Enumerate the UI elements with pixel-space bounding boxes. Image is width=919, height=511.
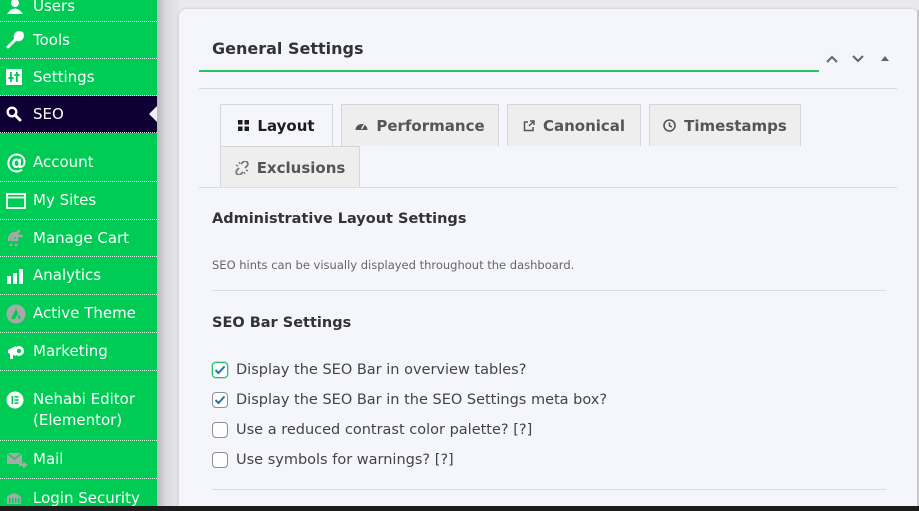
sidebar-item-label: Tools	[33, 30, 70, 49]
sidebar-item-label: Account	[33, 152, 94, 171]
sidebar-item-label: Mail	[33, 450, 64, 468]
option-reduced-contrast[interactable]: Use a reduced contrast color palette? [?…	[212, 422, 532, 438]
option-label: Use a reduced contrast color palette? [?…	[236, 422, 533, 438]
title-underline	[199, 70, 819, 72]
tab-performance[interactable]: Performance	[341, 104, 499, 146]
mail-icon	[0, 451, 33, 469]
elementor-icon	[0, 389, 33, 409]
move-down-button[interactable]	[851, 49, 865, 68]
sidebar-item-marketing[interactable]: Marketing	[0, 333, 157, 371]
sidebar-item-label: Nehabi Editor	[33, 390, 135, 408]
cartflows-icon	[0, 229, 33, 247]
megaphone-icon	[0, 343, 33, 361]
login-security-icon	[0, 491, 33, 505]
sidebar-item-mail[interactable]: Mail	[0, 441, 157, 479]
checkbox[interactable]	[212, 392, 228, 408]
chevron-up-icon	[826, 55, 838, 63]
sidebar-item-seo[interactable]: SEO	[0, 96, 157, 133]
tab-exclusions[interactable]: Exclusions	[220, 146, 360, 188]
header-divider	[199, 88, 897, 89]
tab-label: Performance	[376, 116, 485, 135]
toggle-panel-button[interactable]	[880, 49, 890, 68]
sidebar-item-label: My Sites	[33, 191, 97, 209]
sidebar-item-my-sites[interactable]: My Sites	[0, 182, 157, 220]
move-up-button[interactable]	[825, 49, 839, 68]
sidebar-item-label: Active Theme	[33, 304, 136, 322]
option-label: Display the SEO Bar in the SEO Settings …	[236, 392, 608, 408]
checkbox[interactable]	[212, 362, 228, 378]
grid-icon	[238, 120, 250, 131]
at-sign-icon: @	[6, 150, 27, 174]
checkbox[interactable]	[212, 452, 228, 468]
sidebar-item-label: Users	[33, 0, 76, 15]
sidebar-item-login-security[interactable]: Login Security	[0, 479, 157, 506]
sidebar-item-active-theme[interactable]: Active Theme	[0, 295, 157, 333]
sidebar-item-label: Login Security	[33, 488, 140, 507]
wrench-icon	[0, 31, 33, 49]
astra-theme-icon	[0, 304, 33, 324]
option-overview-tables[interactable]: Display the SEO Bar in overview tables?	[212, 362, 526, 378]
bottom-bar	[0, 506, 919, 511]
external-link-icon	[523, 119, 535, 132]
panel-title: General Settings	[212, 39, 364, 58]
app-root: Users Tools Settings SEO @ Account My Si…	[0, 0, 919, 511]
sidebar-item-label: Marketing	[33, 342, 108, 360]
tab-timestamps[interactable]: Timestamps	[649, 104, 801, 146]
sidebar-item-label: Analytics	[33, 266, 102, 284]
seo-bar-heading: SEO Bar Settings	[212, 315, 352, 331]
broken-link-icon	[234, 160, 249, 175]
sidebar-item-manage-cart[interactable]: Manage Cart	[0, 220, 157, 257]
bar-chart-icon	[0, 268, 33, 284]
browser-window-icon	[0, 192, 33, 209]
tab-label: Canonical	[542, 116, 626, 135]
general-settings-panel: General Settings Layout Performance Cano…	[179, 9, 919, 506]
tab-label: Exclusions	[256, 158, 346, 177]
sidebar-item-account[interactable]: @ Account	[0, 133, 157, 182]
section-divider	[212, 290, 886, 291]
content-gutter	[157, 0, 179, 506]
dashboard-gauge-icon	[355, 120, 368, 131]
tab-label: Timestamps	[684, 116, 787, 135]
tab-layout[interactable]: Layout	[220, 104, 333, 146]
checkbox[interactable]	[212, 422, 228, 438]
sidebar-item-label-line2: (Elementor)	[33, 411, 123, 429]
option-label: Display the SEO Bar in overview tables?	[236, 362, 527, 378]
admin-sidebar: Users Tools Settings SEO @ Account My Si…	[0, 0, 157, 506]
triangle-up-icon	[881, 56, 889, 61]
settings-sliders-icon	[0, 69, 33, 85]
admin-layout-description: SEO hints can be visually displayed thro…	[212, 258, 575, 272]
tabs-divider	[199, 187, 897, 188]
sidebar-item-label: Manage Cart	[33, 228, 130, 247]
tab-label: Layout	[257, 116, 315, 135]
sidebar-item-users[interactable]: Users	[0, 0, 157, 22]
sidebar-item-label: SEO	[33, 104, 64, 123]
option-symbols-warnings[interactable]: Use symbols for warnings? [?]	[212, 452, 454, 468]
sidebar-item-settings[interactable]: Settings	[0, 59, 157, 96]
chevron-down-icon	[852, 55, 864, 63]
checkmark-icon	[214, 395, 226, 405]
checkmark-icon	[214, 365, 226, 375]
section-divider	[212, 489, 886, 490]
tab-canonical[interactable]: Canonical	[507, 104, 641, 146]
users-icon	[0, 0, 33, 14]
clock-icon	[663, 119, 676, 132]
admin-layout-heading: Administrative Layout Settings	[212, 211, 467, 227]
sidebar-item-analytics[interactable]: Analytics	[0, 257, 157, 295]
sidebar-item-elementor[interactable]: Nehabi Editor (Elementor)	[0, 371, 157, 441]
sidebar-item-tools[interactable]: Tools	[0, 22, 157, 59]
option-label: Use symbols for warnings? [?]	[236, 452, 454, 468]
sidebar-item-label: Settings	[33, 67, 95, 86]
option-meta-box[interactable]: Display the SEO Bar in the SEO Settings …	[212, 392, 607, 408]
search-icon	[0, 106, 33, 122]
